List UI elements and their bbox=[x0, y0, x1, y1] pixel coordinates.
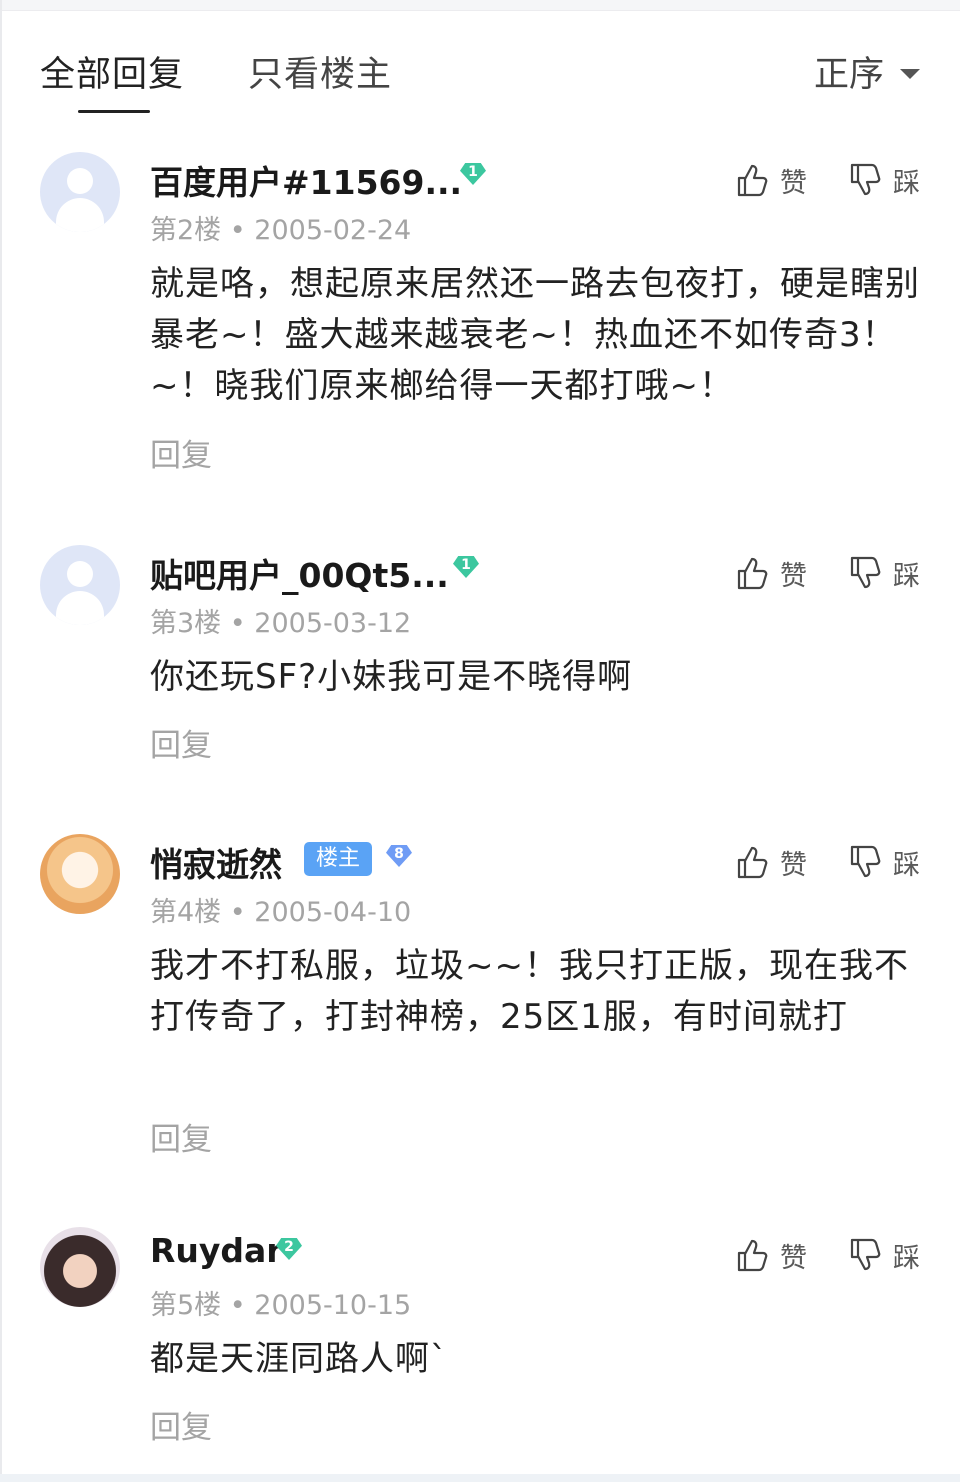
floor-number: 第4楼 bbox=[150, 897, 222, 928]
level-number: 1 bbox=[461, 557, 471, 573]
like-button[interactable]: 赞 bbox=[732, 842, 807, 882]
reply-button[interactable]: 回复 bbox=[150, 430, 212, 475]
floor-number: 第3楼 bbox=[150, 608, 222, 639]
comment-text: 你还玩SF?小妹我可是不晓得啊 bbox=[150, 657, 633, 697]
thumbs-up-icon bbox=[737, 557, 768, 590]
comment-text: 都是天涯同路人啊` bbox=[150, 1339, 448, 1379]
avatar-head-shape bbox=[67, 561, 93, 587]
thumbs-up-icon bbox=[737, 164, 768, 197]
op-badge: 楼主 bbox=[304, 842, 372, 876]
avatar[interactable] bbox=[40, 1227, 120, 1307]
meta-separator: • bbox=[229, 897, 255, 928]
comment-date: 2005-04-10 bbox=[254, 897, 412, 928]
tab-all-replies[interactable]: 全部回复 bbox=[40, 46, 184, 97]
vote-actions: 赞 踩 bbox=[732, 160, 920, 200]
level-number: 1 bbox=[468, 164, 478, 180]
meta-separator: • bbox=[229, 608, 255, 639]
thumbs-up-icon bbox=[737, 1239, 768, 1272]
level-number: 2 bbox=[284, 1239, 294, 1255]
avatar-body-shape bbox=[56, 198, 104, 232]
floor-number: 第5楼 bbox=[150, 1290, 222, 1321]
avatar-body-shape bbox=[56, 591, 104, 625]
like-label: 赞 bbox=[780, 849, 807, 881]
level-badge: 1 bbox=[458, 161, 490, 193]
comment-meta: 第3楼 • 2005-03-12 bbox=[150, 601, 411, 640]
dislike-button[interactable]: 踩 bbox=[845, 1235, 920, 1275]
dislike-button[interactable]: 踩 bbox=[845, 553, 920, 593]
vote-actions: 赞 踩 bbox=[732, 842, 920, 882]
tab-only-op[interactable]: 只看楼主 bbox=[248, 46, 392, 97]
sort-dropdown[interactable]: 正序 bbox=[814, 46, 920, 97]
dislike-button[interactable]: 踩 bbox=[845, 160, 920, 200]
reply-button[interactable]: 回复 bbox=[150, 720, 212, 765]
floor-number: 第2楼 bbox=[150, 215, 222, 246]
level-badge: 1 bbox=[451, 554, 483, 586]
dislike-label: 踩 bbox=[893, 1242, 920, 1274]
active-tab-indicator bbox=[78, 110, 150, 113]
comment-text: 我才不打私服，垃圾~~！我只打正版，现在我不打传奇了，打封神榜，25区1服，有时… bbox=[150, 946, 909, 1037]
comment-date: 2005-03-12 bbox=[254, 608, 412, 639]
username[interactable]: 贴吧用户_00Qt5... bbox=[150, 549, 449, 597]
bottom-edge bbox=[0, 1474, 960, 1482]
vote-actions: 赞 踩 bbox=[732, 553, 920, 593]
like-label: 赞 bbox=[780, 560, 807, 592]
meta-separator: • bbox=[229, 1290, 255, 1321]
username[interactable]: 悄寂逝然 bbox=[150, 838, 282, 886]
avatar[interactable] bbox=[40, 152, 120, 232]
thumbs-down-icon bbox=[850, 845, 881, 878]
reply-tabs-bar: 全部回复 只看楼主 正序 bbox=[0, 10, 960, 122]
like-label: 赞 bbox=[780, 167, 807, 199]
username[interactable]: Ruydar bbox=[150, 1231, 283, 1270]
left-edge bbox=[0, 0, 2, 1482]
thumbs-down-icon bbox=[850, 1238, 881, 1271]
like-button[interactable]: 赞 bbox=[732, 1235, 807, 1275]
thumbs-down-icon bbox=[850, 163, 881, 196]
reply-button[interactable]: 回复 bbox=[150, 1402, 212, 1447]
dislike-label: 踩 bbox=[893, 167, 920, 199]
level-number: 8 bbox=[394, 846, 404, 862]
dislike-label: 踩 bbox=[893, 849, 920, 881]
comment-meta: 第4楼 • 2005-04-10 bbox=[150, 890, 411, 929]
avatar[interactable] bbox=[40, 834, 120, 914]
avatar-head-shape bbox=[67, 168, 93, 194]
reply-button[interactable]: 回复 bbox=[150, 1114, 212, 1159]
level-badge: 2 bbox=[274, 1236, 306, 1268]
like-label: 赞 bbox=[780, 1242, 807, 1274]
like-button[interactable]: 赞 bbox=[732, 553, 807, 593]
meta-separator: • bbox=[229, 215, 255, 246]
vote-actions: 赞 踩 bbox=[732, 1235, 920, 1275]
sort-label: 正序 bbox=[813, 55, 884, 95]
dislike-label: 踩 bbox=[893, 560, 920, 592]
comment-date: 2005-10-15 bbox=[254, 1290, 412, 1321]
comment-date: 2005-02-24 bbox=[254, 215, 412, 246]
comment-text: 就是咯，想起原来居然还一路去包夜打，硬是瞎别暴老~！盛大越来越衰老~！热血还不如… bbox=[150, 264, 920, 406]
like-button[interactable]: 赞 bbox=[732, 160, 807, 200]
thumbs-down-icon bbox=[850, 556, 881, 589]
comment-meta: 第5楼 • 2005-10-15 bbox=[150, 1283, 411, 1322]
caret-down-icon bbox=[900, 68, 920, 79]
comment-meta: 第2楼 • 2005-02-24 bbox=[150, 208, 411, 247]
dislike-button[interactable]: 踩 bbox=[845, 842, 920, 882]
thumbs-up-icon bbox=[737, 846, 768, 879]
level-badge: 8 bbox=[384, 843, 416, 875]
avatar[interactable] bbox=[40, 545, 120, 625]
username[interactable]: 百度用户#11569... bbox=[150, 156, 462, 204]
